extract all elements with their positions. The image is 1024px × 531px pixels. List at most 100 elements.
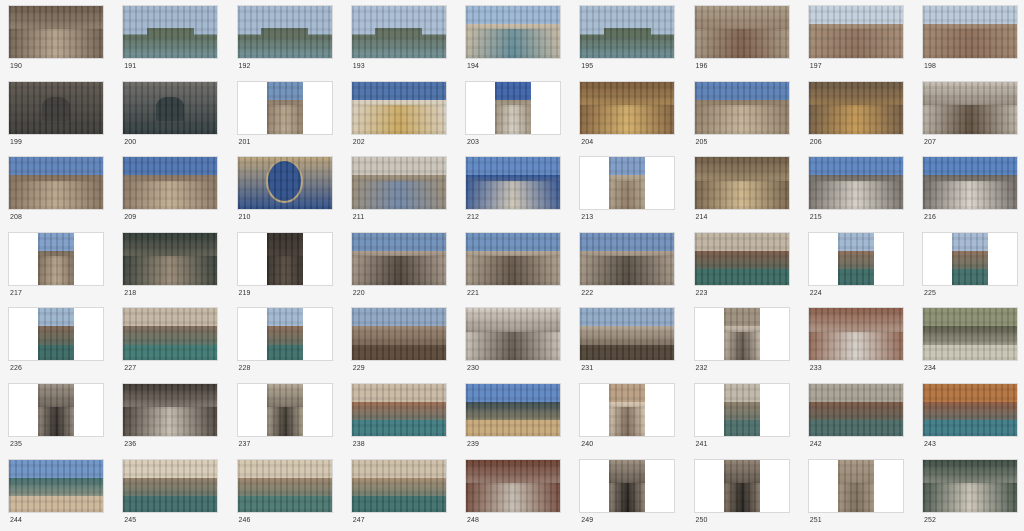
- thumbnail-label: 238: [352, 441, 365, 448]
- thumbnail-item[interactable]: 230: [459, 304, 569, 376]
- photo-texture: [351, 157, 446, 210]
- thumbnail-item[interactable]: 208: [2, 153, 112, 225]
- thumbnail-image: [122, 383, 219, 437]
- thumbnail-item[interactable]: 224: [802, 229, 912, 301]
- thumbnail-label: 221: [467, 289, 479, 297]
- photo-facade: [266, 81, 303, 134]
- thumbnail-item[interactable]: 218: [116, 229, 226, 301]
- photo-texture: [723, 308, 760, 361]
- thumbnail-item[interactable]: 220: [345, 229, 455, 301]
- thumbnail-image: [122, 231, 219, 286]
- thumbnail-image: [8, 156, 104, 211]
- thumbnail-item[interactable]: 235: [2, 380, 112, 452]
- thumbnail-item[interactable]: 222: [573, 229, 683, 301]
- thumbnail-item[interactable]: 190: [2, 2, 112, 74]
- thumbnail-image: [122, 307, 219, 362]
- thumbnail-item[interactable]: 243: [916, 380, 1024, 452]
- thumbnail-item[interactable]: 199: [2, 78, 112, 150]
- thumbnail-item[interactable]: 233: [802, 304, 912, 376]
- photo-texture: [123, 308, 218, 361]
- thumbnail-item[interactable]: 191: [116, 2, 226, 74]
- thumbnail-item[interactable]: 248: [459, 456, 569, 528]
- thumbnail-item[interactable]: 206: [802, 78, 912, 150]
- thumbnail-label: 216: [924, 214, 936, 222]
- thumbnail-item[interactable]: 223: [688, 229, 798, 301]
- photo-texture: [123, 384, 218, 436]
- thumbnail-image: [122, 156, 219, 211]
- thumbnail-item[interactable]: 203: [459, 78, 569, 150]
- thumbnail-item[interactable]: 217: [2, 229, 112, 301]
- thumbnail-item[interactable]: 196: [688, 2, 798, 74]
- thumbnail-image: [693, 5, 790, 59]
- thumbnail-item[interactable]: 245: [116, 456, 226, 528]
- thumbnail-item[interactable]: 239: [459, 380, 569, 452]
- thumbnail-item[interactable]: 237: [231, 380, 341, 452]
- thumbnail-image: [807, 5, 904, 59]
- thumbnail-item[interactable]: 197: [802, 2, 912, 74]
- thumbnail-item[interactable]: 214: [688, 153, 798, 225]
- thumbnail-item[interactable]: 246: [231, 456, 341, 528]
- thumbnail-item[interactable]: 212: [459, 153, 569, 225]
- thumbnail-item[interactable]: 238: [345, 380, 455, 452]
- photo-texture: [237, 157, 332, 210]
- thumbnail-item[interactable]: 232: [688, 304, 798, 376]
- thumbnail-item[interactable]: 210: [231, 153, 341, 225]
- thumbnail-item[interactable]: 226: [2, 304, 112, 376]
- thumbnail-item[interactable]: 229: [345, 304, 455, 376]
- thumbnail-item[interactable]: 250: [688, 456, 798, 528]
- thumbnail-item[interactable]: 244: [2, 456, 112, 528]
- thumbnail-item[interactable]: 195: [573, 2, 683, 74]
- thumbnail-item[interactable]: 240: [573, 380, 683, 452]
- thumbnail-item[interactable]: 241: [688, 380, 798, 452]
- thumbnail-item[interactable]: 225: [916, 229, 1024, 301]
- photo-alley-up: [351, 232, 446, 285]
- thumbnail-item[interactable]: 219: [231, 229, 341, 301]
- photo-texture: [923, 157, 1017, 210]
- thumbnail-item[interactable]: 194: [459, 2, 569, 74]
- thumbnail-item[interactable]: 213: [573, 153, 683, 225]
- thumbnail-item[interactable]: 221: [459, 229, 569, 301]
- thumbnail-item[interactable]: 200: [116, 78, 226, 150]
- photo-texture: [808, 384, 903, 436]
- thumbnail-item[interactable]: 201: [231, 78, 341, 150]
- thumbnail-item[interactable]: 198: [916, 2, 1024, 74]
- thumbnail-image: [579, 231, 676, 286]
- photo-texture: [266, 384, 303, 436]
- thumbnail-item[interactable]: 207: [916, 78, 1024, 150]
- thumbnail-item[interactable]: 251: [802, 456, 912, 528]
- thumbnail-item[interactable]: 216: [916, 153, 1024, 225]
- thumbnail-item[interactable]: 192: [231, 2, 341, 74]
- thumbnail-label: 217: [10, 289, 22, 297]
- thumbnail-item[interactable]: 215: [802, 153, 912, 225]
- photo-texture: [837, 232, 874, 285]
- photo-texture: [237, 459, 332, 512]
- thumbnail-item[interactable]: 202: [345, 78, 455, 150]
- thumbnail-item[interactable]: 231: [573, 304, 683, 376]
- thumbnail-item[interactable]: 204: [573, 78, 683, 150]
- thumbnail-item[interactable]: 236: [116, 380, 226, 452]
- thumbnail-item[interactable]: 247: [345, 456, 455, 528]
- thumbnail-label: 234: [924, 365, 936, 373]
- thumbnail-image: [579, 458, 676, 513]
- thumbnail-image: [465, 307, 561, 362]
- thumbnail-item[interactable]: 234: [916, 304, 1024, 376]
- thumbnail-item[interactable]: 193: [345, 2, 455, 74]
- thumbnail-item[interactable]: 228: [231, 304, 341, 376]
- thumbnail-item[interactable]: 211: [345, 153, 455, 225]
- photo-piazza: [808, 157, 903, 210]
- thumbnail-item[interactable]: 209: [116, 153, 226, 225]
- thumbnail-label: 215: [809, 214, 822, 222]
- thumbnail-item[interactable]: 252: [916, 456, 1024, 528]
- thumbnail-item[interactable]: 205: [688, 78, 798, 150]
- thumbnail-image: [236, 231, 333, 286]
- thumbnail-item[interactable]: 242: [802, 380, 912, 452]
- photo-texture: [237, 6, 332, 58]
- thumbnail-label: 192: [238, 63, 251, 70]
- photo-tower: [351, 157, 446, 210]
- photo-canal-bridge: [123, 308, 218, 361]
- thumbnail-item[interactable]: 227: [116, 304, 226, 376]
- photo-alley-up: [466, 232, 560, 285]
- photo-bell: [123, 81, 218, 134]
- thumbnail-image: [465, 156, 561, 211]
- thumbnail-item[interactable]: 249: [573, 456, 683, 528]
